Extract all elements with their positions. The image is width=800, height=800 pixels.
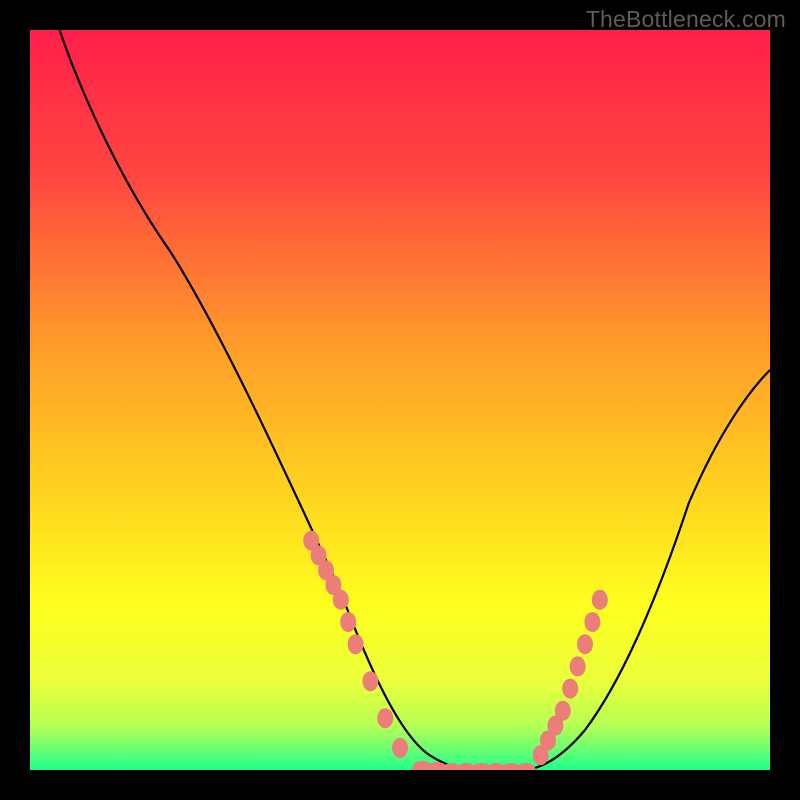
marker-dot <box>562 679 578 699</box>
marker-dot <box>516 763 536 770</box>
marker-dot <box>333 590 349 610</box>
marker-dot <box>362 671 378 691</box>
marker-dot <box>555 701 571 721</box>
marker-cluster-right <box>533 590 608 765</box>
marker-dot <box>570 656 586 676</box>
marker-dot <box>592 590 608 610</box>
bottleneck-curve <box>60 30 770 770</box>
chart-stage: TheBottleneck.com <box>0 0 800 800</box>
watermark-text: TheBottleneck.com <box>586 6 786 33</box>
curve-layer <box>30 30 770 770</box>
marker-dot <box>377 708 393 728</box>
marker-dot <box>392 738 408 758</box>
marker-dot <box>348 634 364 654</box>
marker-cluster-left <box>303 531 408 758</box>
plot-area <box>30 30 770 770</box>
marker-dot <box>340 612 356 632</box>
marker-dot <box>577 634 593 654</box>
marker-dot <box>584 612 600 632</box>
marker-cluster-bottom <box>412 761 536 770</box>
